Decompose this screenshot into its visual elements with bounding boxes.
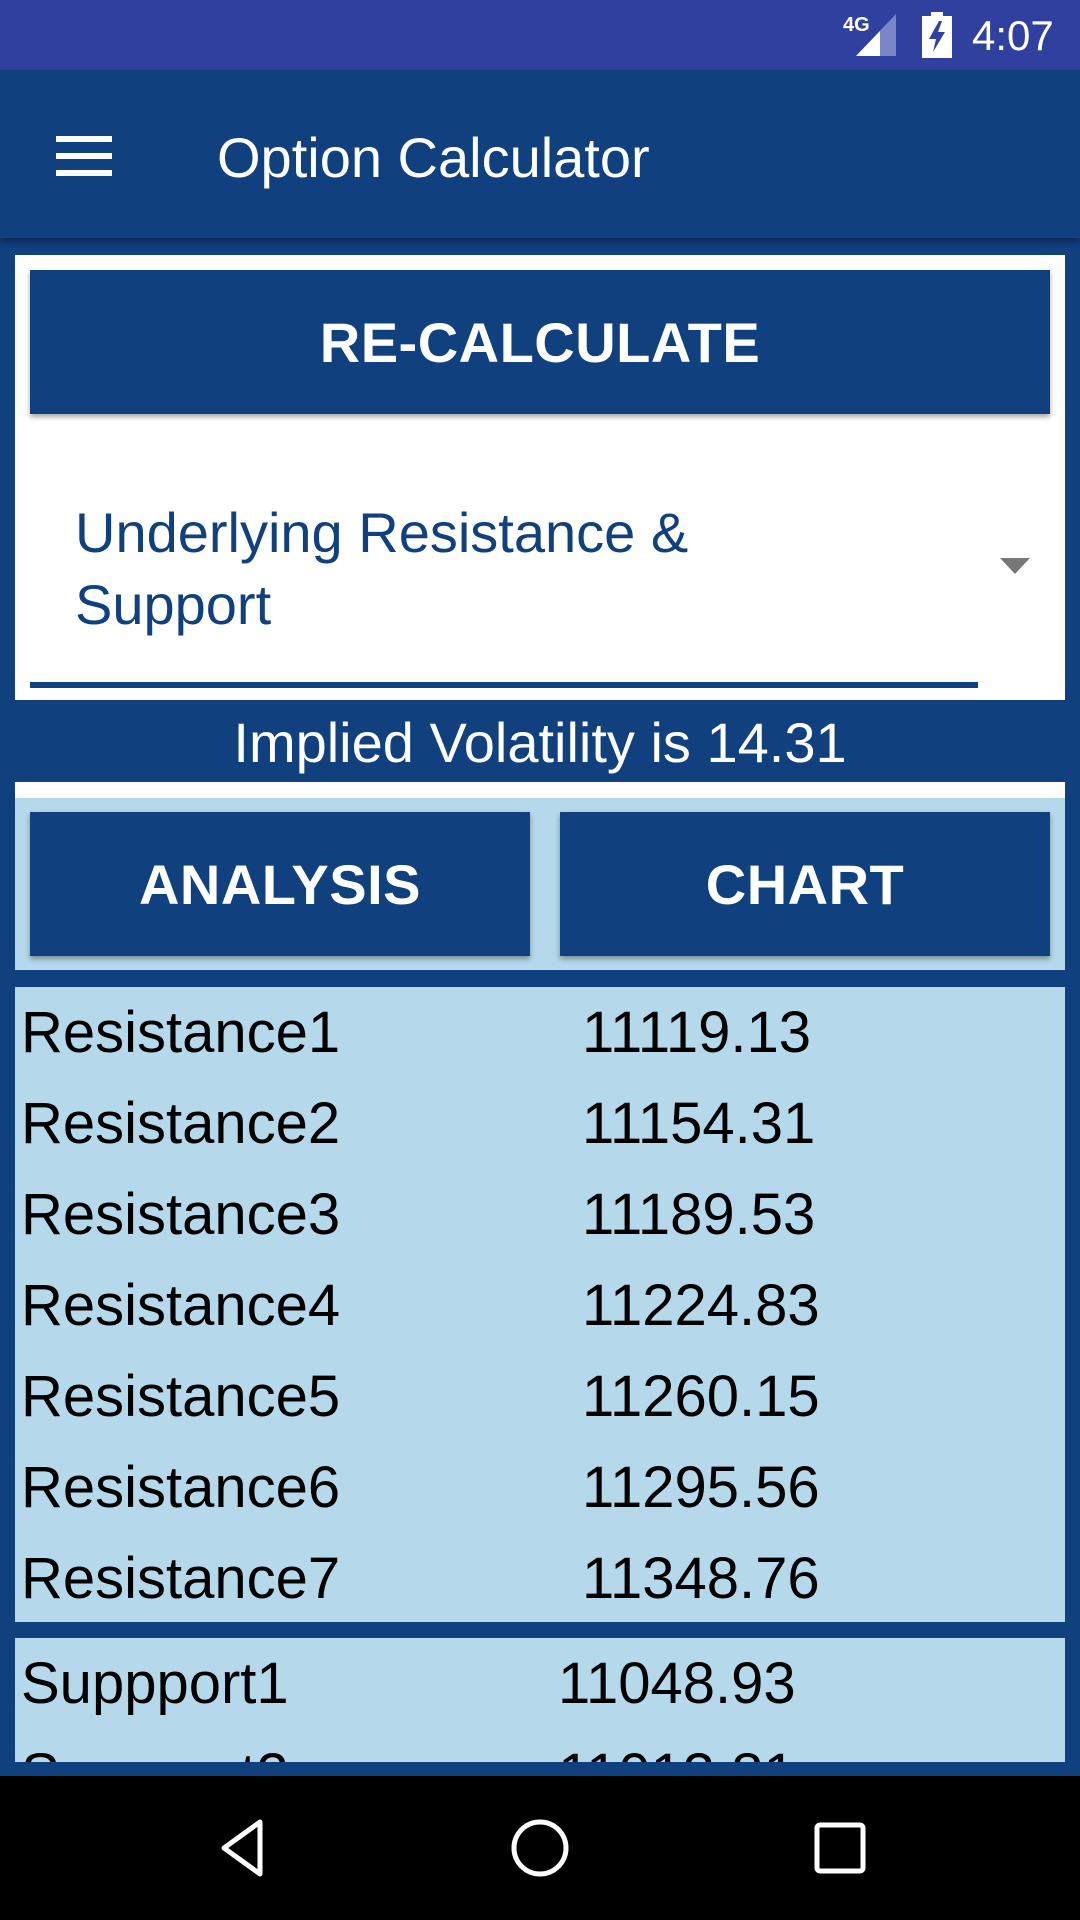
support-row: Suppport2 11013.81 [15, 1729, 1065, 1762]
row-label: Suppport2 [21, 1729, 289, 1762]
support-list[interactable]: Suppport1 11048.93 Suppport2 11013.81 [15, 1638, 1065, 1762]
row-value: 11260.15 [582, 1364, 820, 1429]
row-value: 11048.93 [558, 1651, 796, 1716]
analysis-button[interactable]: ANALYSIS [30, 812, 530, 956]
chart-button[interactable]: CHART [560, 812, 1050, 956]
row-label: Suppport1 [21, 1651, 289, 1716]
app-title: Option Calculator [217, 126, 650, 189]
signal-icon [856, 14, 896, 56]
hamburger-menu-icon[interactable] [56, 136, 112, 176]
row-value: 11119.13 [582, 1000, 811, 1065]
row-label: Resistance7 [21, 1546, 341, 1611]
clock: 4:07 [972, 12, 1054, 59]
row-label: Resistance5 [21, 1364, 341, 1429]
recents-icon[interactable] [808, 1816, 872, 1880]
resistance-list[interactable]: Resistance1 11119.13 Resistance2 11154.31 … [15, 987, 1065, 1622]
row-label: Resistance6 [21, 1455, 341, 1520]
divider [15, 782, 1065, 798]
resistance-row: Resistance4 11224.83 [15, 1260, 1065, 1351]
row-value: 11295.56 [582, 1455, 820, 1520]
status-bar: 4G 4:07 [0, 0, 1080, 70]
implied-volatility-text: Implied Volatility is 14.31 [233, 711, 847, 774]
resistance-row: Resistance7 11348.76 [15, 1533, 1065, 1622]
analysis-type-spinner[interactable]: Underlying Resistance & Support [30, 445, 978, 688]
row-label: Resistance3 [21, 1182, 341, 1247]
row-label: Resistance2 [21, 1091, 341, 1156]
home-icon[interactable] [508, 1816, 572, 1880]
row-value: 11189.53 [582, 1182, 816, 1247]
resistance-row: Resistance1 11119.13 [15, 987, 1065, 1078]
battery-charging-icon [922, 12, 952, 58]
row-label: Resistance1 [21, 1000, 341, 1065]
row-value: 11224.83 [582, 1273, 820, 1338]
resistance-row: Resistance6 11295.56 [15, 1442, 1065, 1533]
resistance-row: Resistance3 11189.53 [15, 1169, 1065, 1260]
row-label: Resistance4 [21, 1273, 341, 1338]
navigation-bar [0, 1776, 1080, 1920]
resistance-row: Resistance5 11260.15 [15, 1351, 1065, 1442]
recalculate-button[interactable]: RE-CALCULATE [30, 270, 1050, 414]
dropdown-arrow-icon[interactable] [1000, 558, 1030, 574]
row-value: 11154.31 [582, 1091, 816, 1156]
row-value: 11013.81 [558, 1729, 796, 1762]
support-row: Suppport1 11048.93 [15, 1638, 1065, 1729]
row-value: 11348.76 [582, 1546, 820, 1611]
resistance-row: Resistance2 11154.31 [15, 1078, 1065, 1169]
spinner-selected-value: Underlying Resistance & Support [75, 501, 689, 636]
back-icon[interactable] [210, 1816, 274, 1880]
